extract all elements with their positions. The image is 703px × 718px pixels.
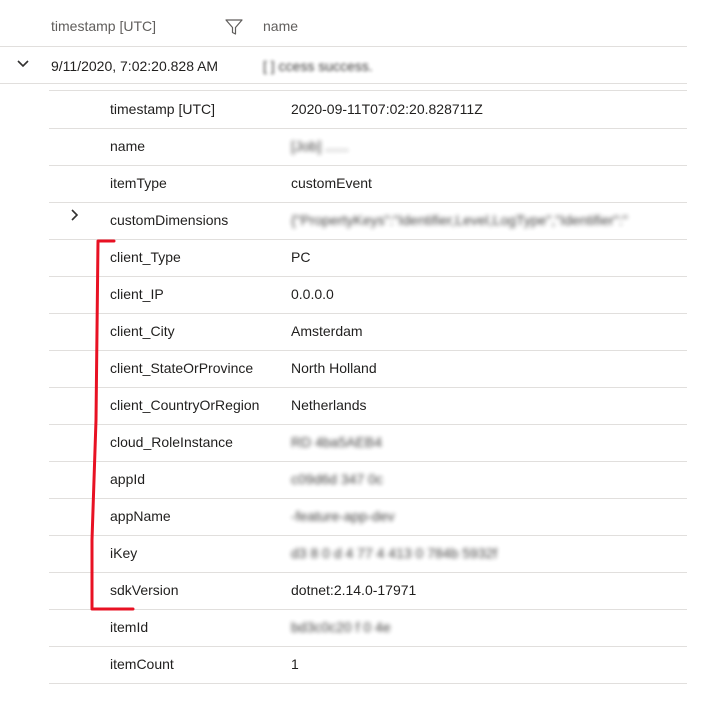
detail-key: client_City: [110, 323, 175, 339]
detail-key: client_StateOrProvince: [110, 360, 254, 376]
detail-row[interactable]: client_IP 0.0.0.0: [49, 276, 687, 314]
detail-value: bd3c0c20 f 0 4e: [291, 619, 391, 635]
row-timestamp: 9/11/2020, 7:02:20.828 AM: [51, 58, 219, 74]
detail-row[interactable]: client_CountryOrRegion Netherlands: [49, 387, 687, 425]
detail-value: [Job] ......: [291, 138, 349, 154]
detail-row[interactable]: itemCount 1: [49, 646, 687, 684]
detail-row[interactable]: client_StateOrProvince North Holland: [49, 350, 687, 388]
detail-row[interactable]: appId c09d6d 347 0c: [49, 461, 687, 499]
detail-value: PC: [291, 249, 311, 265]
detail-row[interactable]: itemId bd3c0c20 f 0 4e: [49, 609, 687, 647]
detail-row[interactable]: itemType customEvent: [49, 165, 687, 203]
detail-key: appName: [110, 508, 171, 524]
detail-row[interactable]: timestamp [UTC] 2020-09-11T07:02:20.82871…: [49, 91, 687, 129]
detail-key: sdkVersion: [110, 582, 179, 598]
detail-key: cloud_RoleInstance: [110, 434, 233, 450]
detail-key: client_Type: [110, 249, 181, 265]
detail-value: d3 8 0 d 4 77 4 413 0 784b 5932f: [291, 545, 498, 561]
column-header-name[interactable]: name: [263, 18, 298, 34]
detail-value: Netherlands: [291, 397, 367, 413]
row-name: [ ] ccess success.: [263, 58, 373, 74]
filter-icon[interactable]: [224, 17, 244, 37]
detail-value: 2020-09-11T07:02:20.828711Z: [291, 101, 483, 117]
detail-row[interactable]: client_Type PC: [49, 239, 687, 277]
detail-value: Amsterdam: [291, 323, 363, 339]
detail-key: itemId: [110, 619, 149, 635]
detail-key: name: [110, 138, 146, 154]
detail-key: iKey: [110, 545, 138, 561]
detail-key: itemCount: [110, 656, 174, 672]
detail-row[interactable]: name [Job] ......: [49, 128, 687, 166]
detail-row[interactable]: appName -feature-app-dev: [49, 498, 687, 536]
detail-row[interactable]: customDimensions {"PropertyKeys":"Identif…: [49, 202, 687, 240]
detail-value: dotnet:2.14.0-17971: [291, 582, 417, 598]
detail-row[interactable]: iKey d3 8 0 d 4 77 4 413 0 784b 5932f: [49, 535, 687, 573]
detail-key: client_CountryOrRegion: [110, 397, 260, 413]
detail-value: -feature-app-dev: [291, 508, 395, 524]
detail-value: 1: [291, 656, 299, 672]
table-header: timestamp [UTC] name: [0, 0, 703, 46]
row-divider: [0, 83, 687, 84]
detail-value: 0.0.0.0: [291, 286, 334, 302]
detail-key: appId: [110, 471, 146, 487]
detail-value: {"PropertyKeys":"Identifier,Level,LogTyp…: [291, 212, 628, 228]
detail-row[interactable]: cloud_RoleInstance RD 4ba5AEB4: [49, 424, 687, 462]
header-divider: [0, 46, 687, 47]
detail-key: timestamp [UTC]: [110, 101, 216, 117]
detail-key: customDimensions: [110, 212, 229, 228]
detail-key: itemType: [110, 175, 167, 191]
detail-row[interactable]: sdkVersion dotnet:2.14.0-17971: [49, 572, 687, 610]
chevron-down-icon[interactable]: [14, 55, 32, 73]
detail-value: customEvent: [291, 175, 372, 191]
detail-row[interactable]: client_City Amsterdam: [49, 313, 687, 351]
detail-value: RD 4ba5AEB4: [291, 434, 383, 450]
detail-value: c09d6d 347 0c: [291, 471, 383, 487]
chevron-right-icon[interactable]: [66, 207, 82, 223]
column-header-timestamp[interactable]: timestamp [UTC]: [51, 18, 156, 34]
detail-value: North Holland: [291, 360, 377, 376]
detail-key: client_IP: [110, 286, 164, 302]
